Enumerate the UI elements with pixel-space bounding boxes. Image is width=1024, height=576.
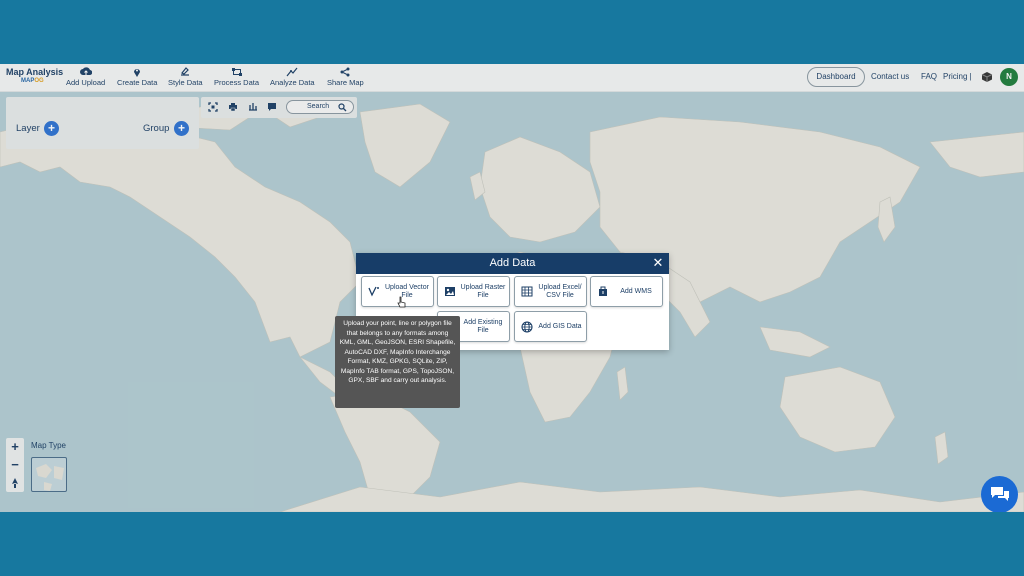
spreadsheet-icon xyxy=(521,286,533,297)
close-icon[interactable]: ✕ xyxy=(651,256,665,270)
upload-raster-file-button[interactable]: Upload Raster File xyxy=(437,276,510,307)
hand-cursor-icon xyxy=(397,296,406,308)
modal-header: Add Data ✕ xyxy=(356,253,669,274)
chat-support-button[interactable] xyxy=(981,476,1018,512)
option-label: Add Existing File xyxy=(463,318,503,334)
modal-title: Add Data xyxy=(489,257,536,269)
wms-icon xyxy=(599,286,607,296)
option-label: Upload Vector File xyxy=(385,283,429,299)
chat-icon xyxy=(991,487,1009,501)
raster-icon xyxy=(445,287,455,296)
app-window: Map Analysis MAPOG Add Upload Create Dat… xyxy=(0,64,1024,512)
globe-icon xyxy=(521,321,533,333)
option-label: Add WMS xyxy=(620,287,652,295)
add-gis-data-button[interactable]: Add GIS Data xyxy=(514,311,587,342)
vector-icon xyxy=(368,286,379,297)
option-label: Upload Excel/ CSV File xyxy=(538,283,582,299)
upload-excel-csv-button[interactable]: Upload Excel/ CSV File xyxy=(514,276,587,307)
add-wms-button[interactable]: Add WMS xyxy=(590,276,663,307)
option-label: Upload Raster File xyxy=(460,283,506,299)
option-label: Add GIS Data xyxy=(538,322,582,330)
upload-vector-tooltip: Upload your point, line or polygon file … xyxy=(335,316,460,408)
